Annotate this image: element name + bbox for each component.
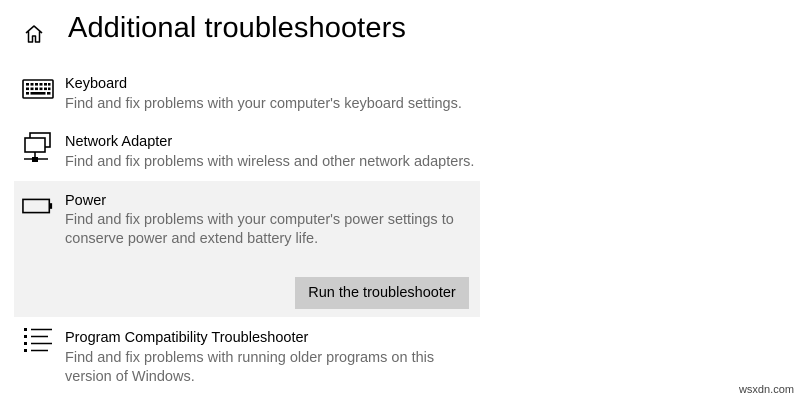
item-name: Program Compatibility Troubleshooter: [65, 330, 309, 346]
item-description: Find and fix problems with your computer…: [65, 212, 454, 247]
item-name: Keyboard: [65, 76, 128, 92]
list-icon: [22, 325, 54, 357]
item-name: Power: [65, 193, 107, 209]
troubleshoot-page: Additional troubleshooters Keyboard Find…: [0, 0, 800, 400]
page-title: Additional troubleshooters: [68, 12, 406, 44]
home-icon: [25, 25, 43, 43]
troubleshooter-item-power[interactable]: Power Find and fix problems with your co…: [14, 181, 480, 317]
item-name: Network Adapter: [65, 134, 173, 150]
battery-icon: [22, 190, 54, 222]
watermark: wsxdn.com: [738, 384, 794, 396]
troubleshooter-item-program-compatibility[interactable]: Program Compatibility Troubleshooter Fin…: [14, 325, 480, 390]
item-description: Find and fix problems with running older…: [65, 350, 435, 385]
home-button[interactable]: [20, 20, 48, 48]
run-troubleshooter-button[interactable]: Run the troubleshooter: [295, 277, 469, 309]
item-description: Find and fix problems with wireless and …: [65, 154, 475, 170]
keyboard-icon: [22, 73, 54, 105]
network-adapter-icon: [22, 131, 54, 167]
troubleshooter-item-keyboard[interactable]: Keyboard Find and fix problems with your…: [14, 70, 480, 120]
troubleshooter-item-network-adapter[interactable]: Network Adapter Find and fix problems wi…: [14, 128, 480, 178]
item-description: Find and fix problems with your computer…: [65, 96, 462, 112]
